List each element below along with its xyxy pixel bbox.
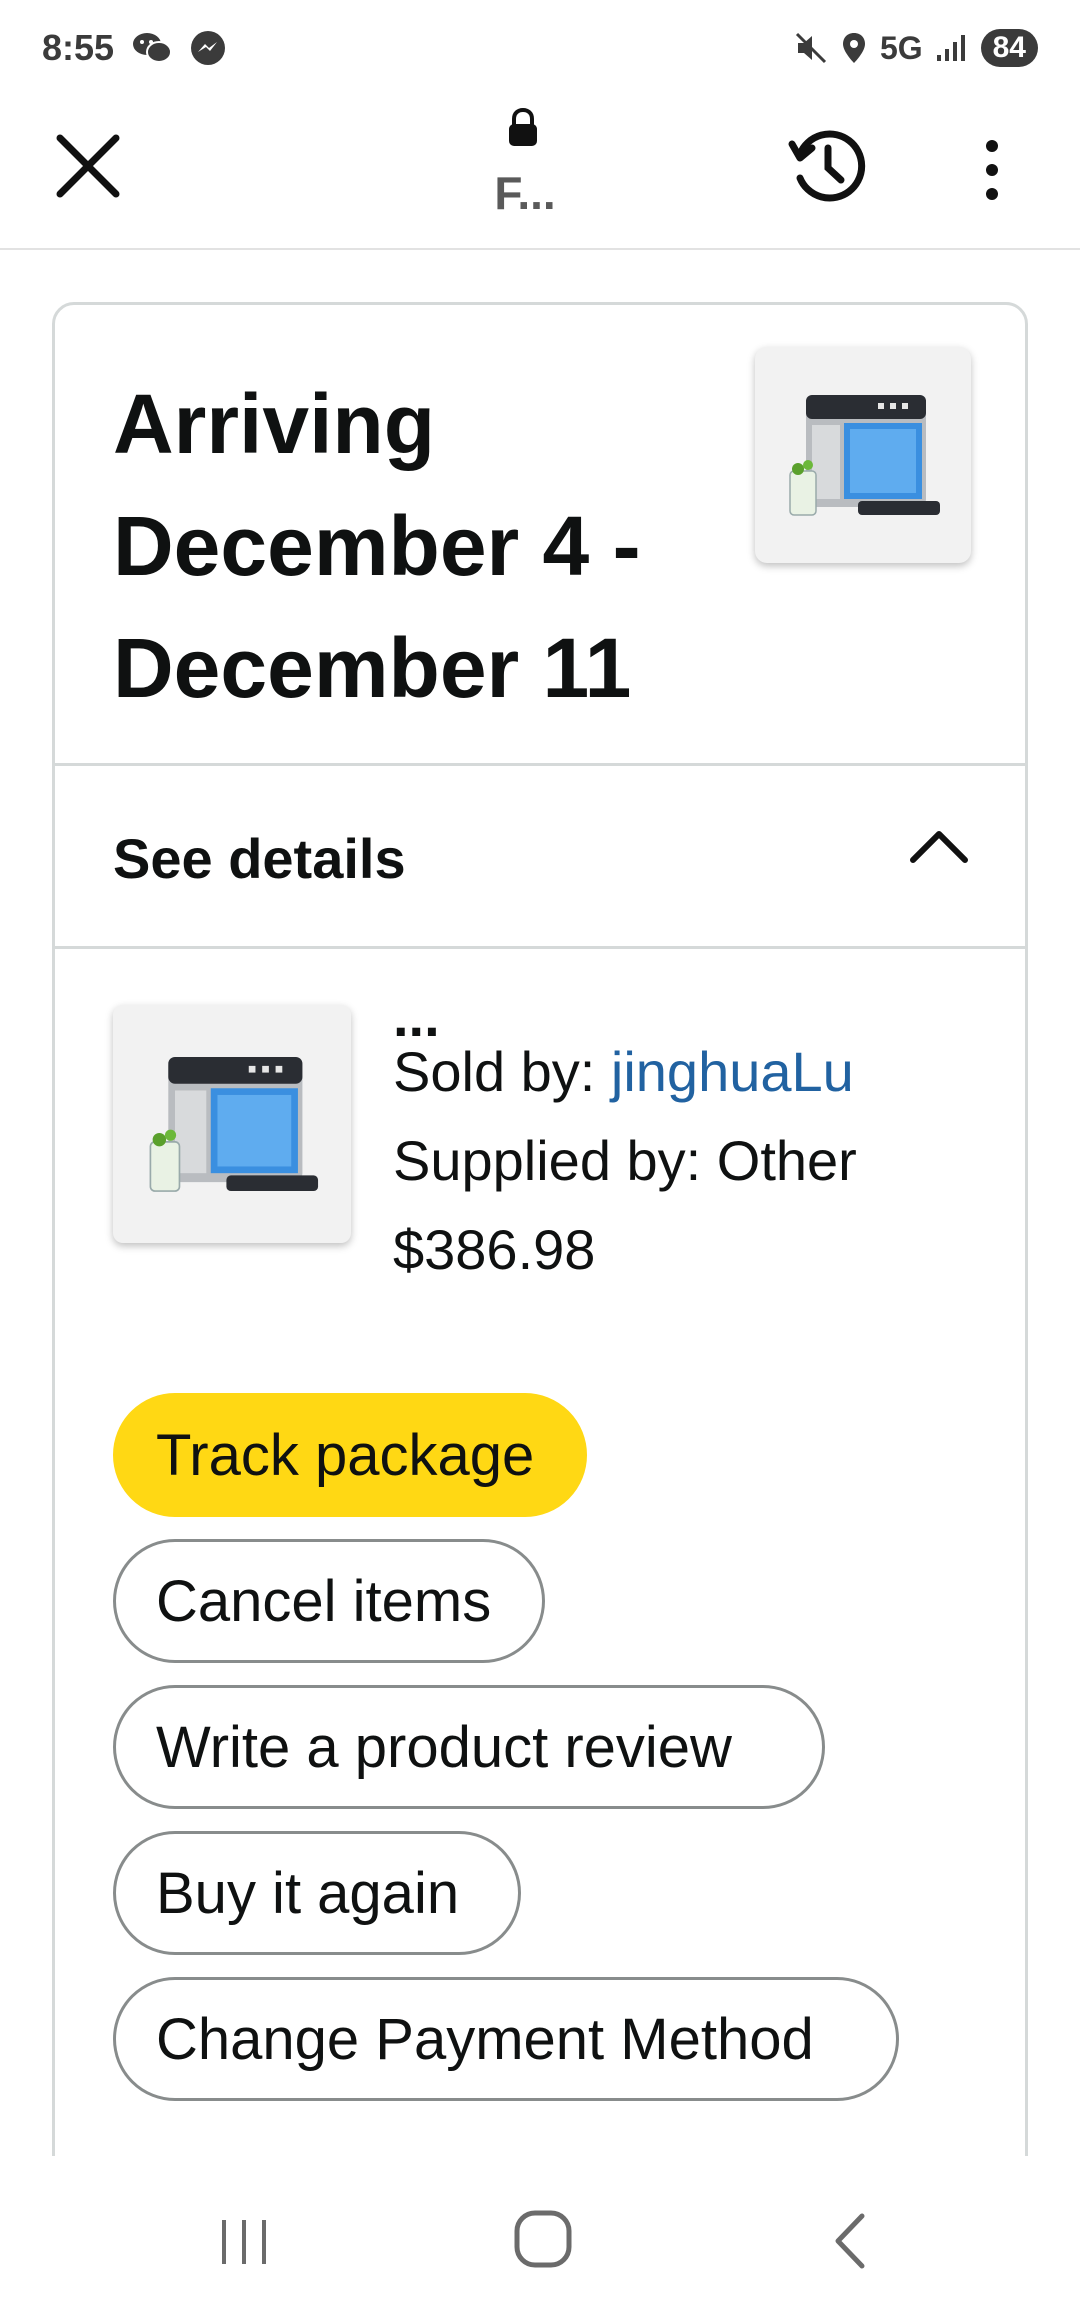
lock-icon: [505, 107, 541, 148]
messenger-icon: [190, 30, 226, 66]
divider: [55, 946, 1025, 949]
sold-by-line: Sold by: jinghuaLu: [393, 1027, 993, 1116]
chevron-up-icon: [903, 818, 975, 874]
write-review-button[interactable]: Write a product review: [113, 1685, 825, 1809]
cancel-items-button[interactable]: Cancel items: [113, 1539, 545, 1663]
buy-again-button[interactable]: Buy it again: [113, 1831, 521, 1955]
signal-icon: [935, 33, 969, 63]
track-package-button[interactable]: Track package: [113, 1393, 587, 1517]
arrival-line-1: Arriving: [113, 377, 436, 471]
page-title: F...: [494, 167, 556, 219]
item-thumbnail[interactable]: [113, 1005, 351, 1243]
order-card: Arriving December 4 - December 11 See de…: [52, 302, 1028, 2202]
history-icon[interactable]: [786, 124, 870, 208]
product-thumbnail-header[interactable]: [755, 347, 971, 563]
browser-toolbar: F...: [0, 96, 1080, 250]
item-info: Sold by: jinghuaLu Supplied by: Other $3…: [393, 1027, 993, 1294]
recents-icon[interactable]: [214, 2212, 274, 2272]
seller-link[interactable]: jinghuaLu: [611, 1040, 854, 1103]
mute-icon: [794, 31, 828, 65]
ice-maker-image: [789, 395, 940, 516]
arrival-heading: Arriving December 4 - December 11: [113, 363, 693, 729]
supplied-by-line: Supplied by: Other: [393, 1129, 857, 1192]
more-vertical-icon[interactable]: [968, 132, 1016, 208]
arrival-line-3: December 11: [113, 621, 632, 715]
status-left: 8:55: [42, 27, 226, 69]
item-price: $386.98: [393, 1218, 596, 1281]
see-details-label: See details: [113, 827, 406, 890]
location-icon: [840, 31, 868, 65]
wechat-icon: [132, 31, 173, 65]
arrival-line-2: December 4 -: [113, 499, 641, 593]
screen: 8:55 5G 84 F... Arriving December 4 - De…: [0, 0, 1080, 2316]
status-bar: 8:55 5G 84: [0, 0, 1080, 96]
status-right: 5G 84: [794, 29, 1038, 67]
system-nav-bar: [0, 2156, 1080, 2316]
change-payment-button[interactable]: Change Payment Method: [113, 1977, 899, 2101]
network-label: 5G: [879, 29, 923, 66]
sold-by-label: Sold by:: [393, 1040, 611, 1103]
home-icon[interactable]: [512, 2208, 574, 2270]
ice-maker-image: [149, 1056, 319, 1192]
battery-indicator: 84: [980, 29, 1038, 67]
back-icon[interactable]: [828, 2210, 872, 2272]
see-details-toggle[interactable]: See details: [55, 766, 1025, 946]
close-icon[interactable]: [50, 128, 126, 204]
status-time: 8:55: [42, 27, 115, 68]
